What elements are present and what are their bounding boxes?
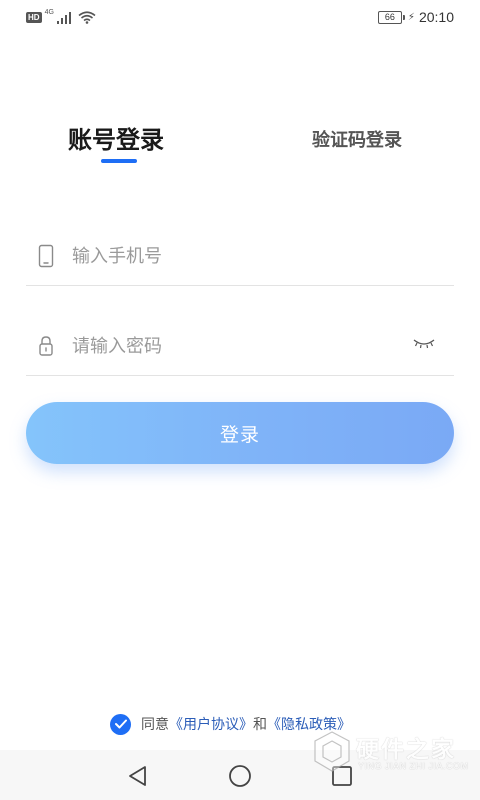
charging-icon: ⚡ (407, 11, 415, 23)
hd-badge: HD (26, 12, 42, 23)
eye-closed-icon[interactable] (412, 336, 436, 350)
agree-prefix: 同意 (141, 717, 169, 733)
lock-icon (39, 336, 53, 356)
check-icon (114, 719, 127, 729)
status-right: 66 ⚡ 20:10 (377, 9, 454, 25)
watermark: 硬件之家 YING JIAN ZHI JIA.COM (312, 728, 472, 780)
signal-icon (56, 11, 71, 24)
back-triangle-icon[interactable] (126, 764, 150, 788)
watermark-logo-icon (314, 731, 350, 772)
tab-account-login[interactable]: 账号登录 (68, 120, 164, 155)
agree-and: 和 (253, 717, 267, 733)
user-agreement-link[interactable]: 《用户协议》 (169, 714, 253, 734)
status-bar: HD 4G 66 ⚡ 20:10 (0, 0, 480, 36)
login-button[interactable]: 登录 (26, 402, 454, 464)
password-input[interactable] (72, 330, 402, 362)
tab-code-login[interactable]: 验证码登录 (312, 126, 402, 152)
home-circle-icon[interactable] (228, 764, 252, 788)
network-type: 4G (44, 9, 54, 16)
phone-input[interactable] (72, 240, 402, 272)
status-left: HD 4G (26, 9, 96, 24)
tab-indicator (101, 159, 137, 163)
watermark-subtitle: YING JIAN ZHI JIA.COM (358, 761, 469, 771)
password-field (26, 316, 454, 376)
wifi-icon (78, 11, 96, 24)
battery-icon: 66 (377, 10, 405, 24)
clock: 20:10 (418, 9, 454, 25)
phone-field (26, 226, 454, 286)
watermark-title: 硬件之家 (356, 737, 456, 763)
agree-checkbox[interactable] (110, 713, 131, 735)
smartphone-icon (38, 244, 54, 268)
